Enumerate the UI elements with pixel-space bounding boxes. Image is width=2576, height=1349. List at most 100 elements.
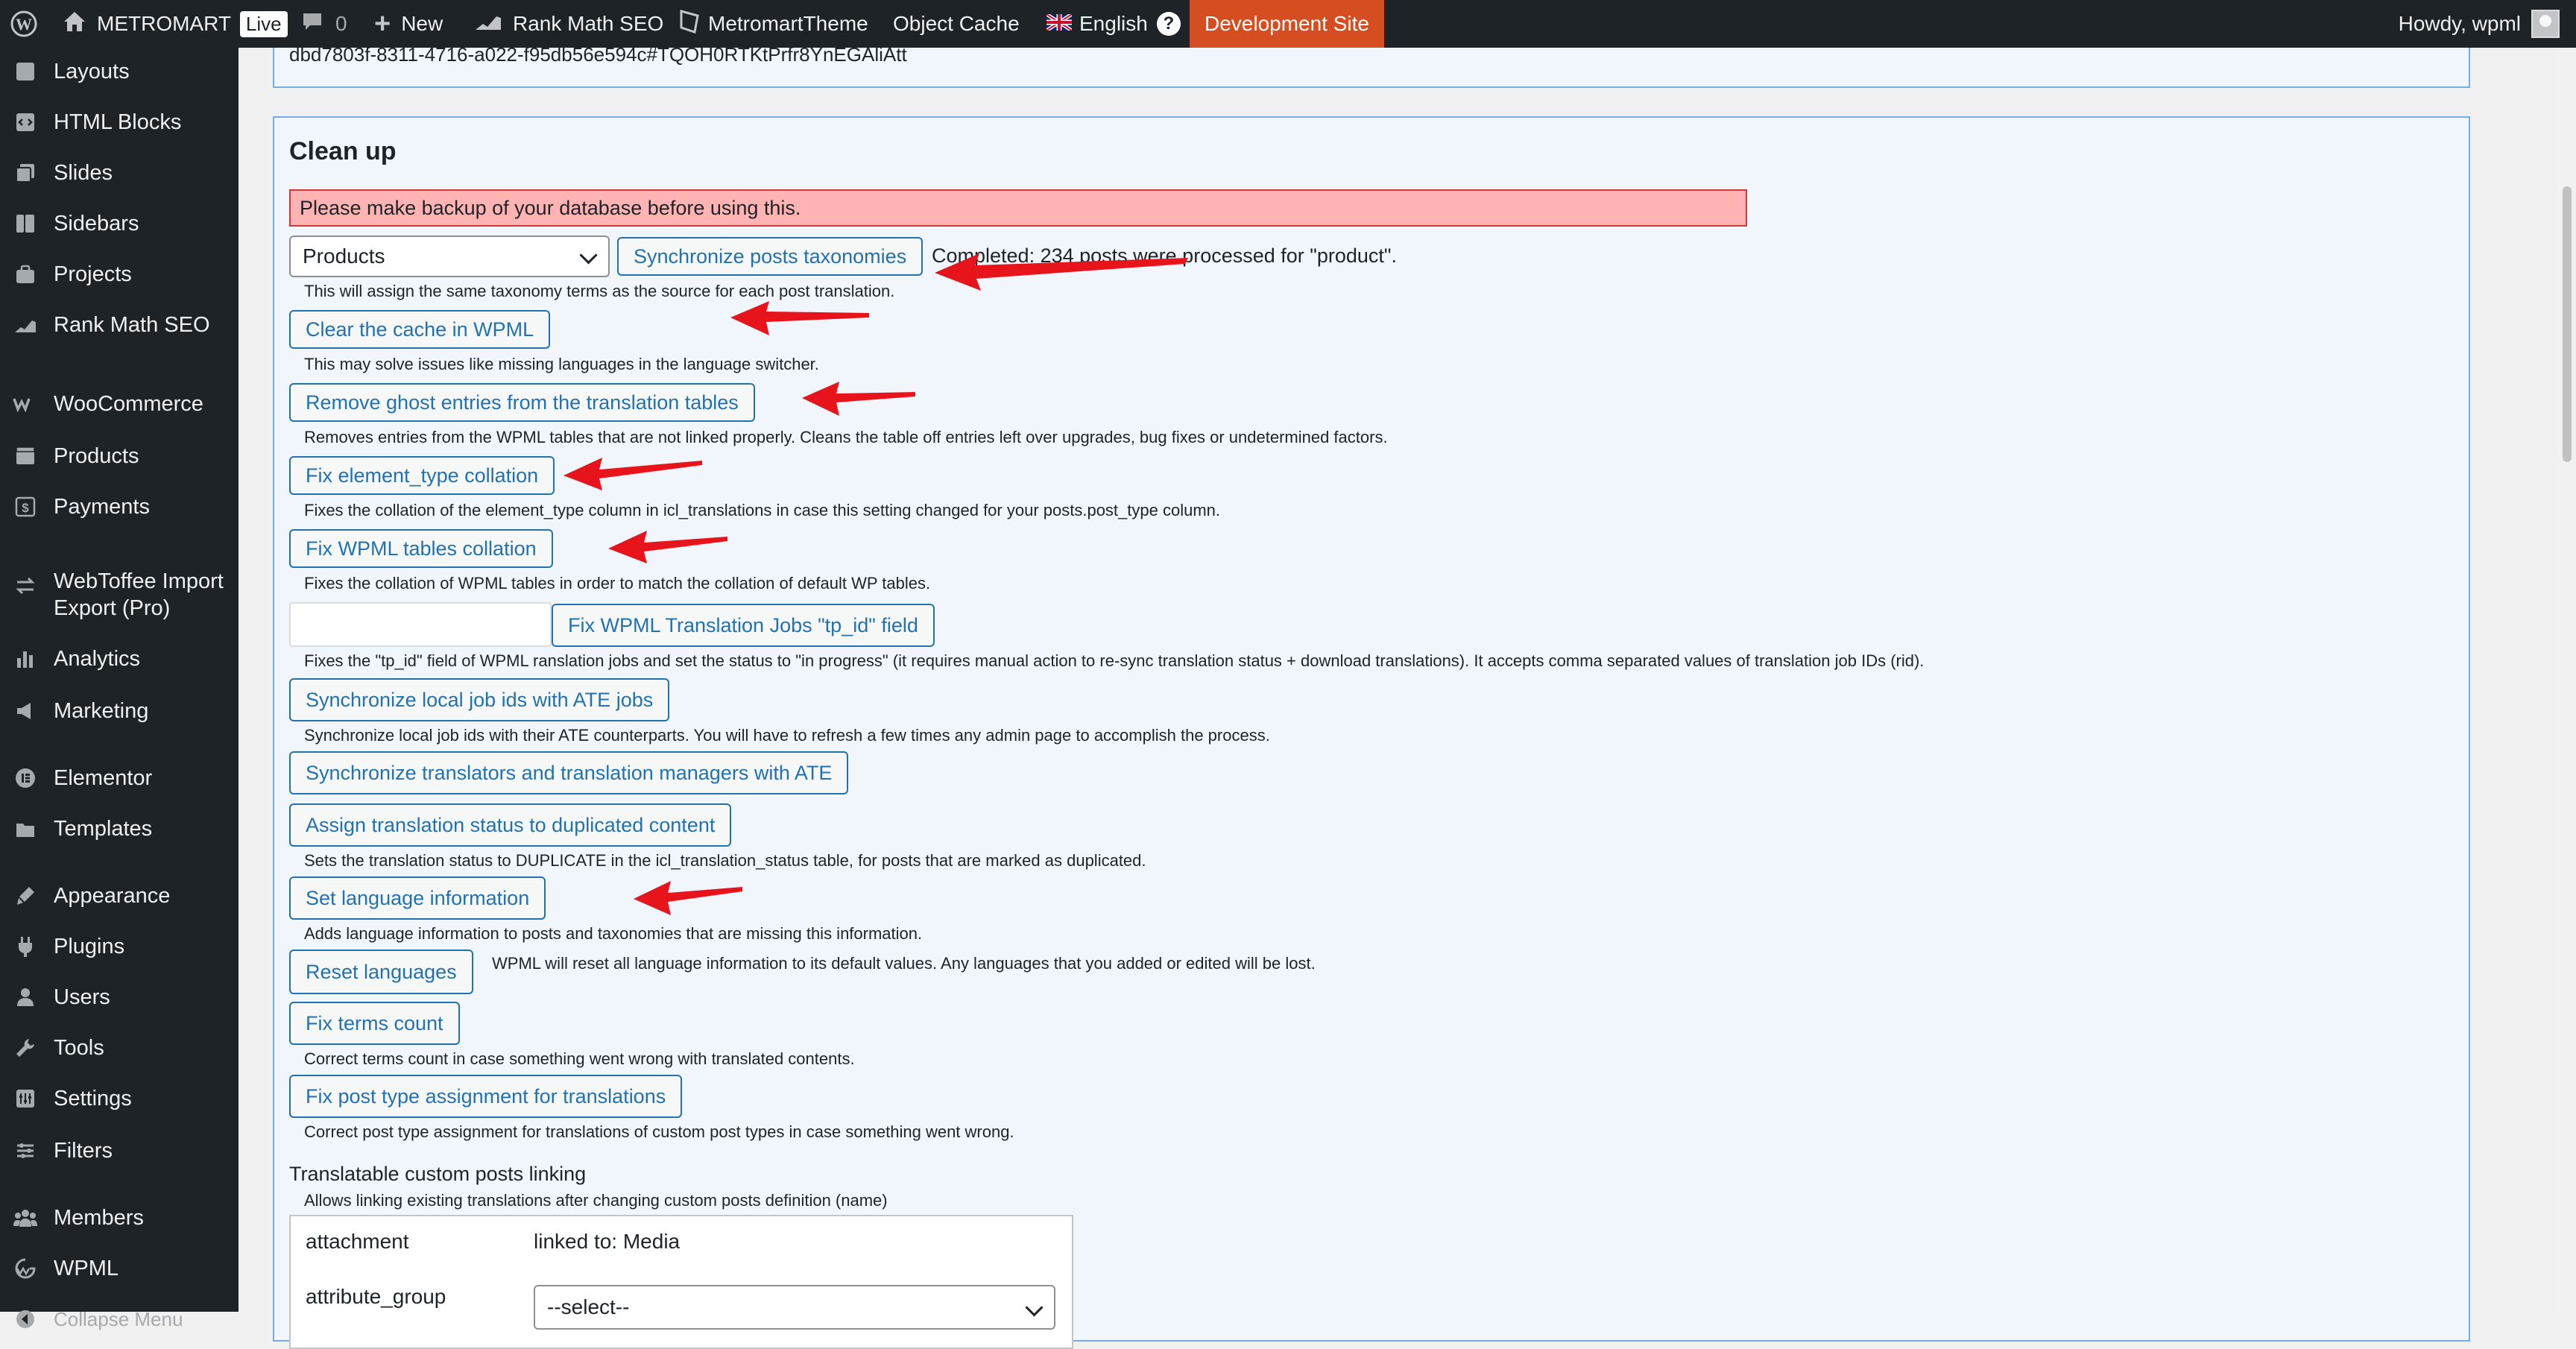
post-type-select[interactable]: Products [289, 236, 610, 277]
theme-label: MetromartTheme [708, 12, 868, 35]
sidebar-item-products[interactable]: Products [0, 434, 239, 478]
sidebar-item-marketing[interactable]: Marketing [0, 689, 239, 733]
sidebar-item-label: Users [54, 985, 110, 1009]
annotation-arrow [564, 458, 702, 490]
sidebar-item-label: WPML [54, 1256, 119, 1280]
sidebar-item-users[interactable]: Users [0, 975, 239, 1020]
link-post-type-select[interactable]: --select-- [534, 1285, 1055, 1330]
sidebar-item-sidebars[interactable]: Sidebars [0, 201, 239, 246]
users-icon [12, 984, 39, 1011]
rank-math-link[interactable]: Rank Math SEO [474, 0, 663, 48]
cleanup-panel: Clean up Please make backup of your data… [273, 116, 2470, 1349]
sidebar-item-appearance[interactable]: Appearance [0, 873, 239, 918]
fix-element-type-collation-button[interactable]: Fix element_type collation [289, 456, 555, 495]
home-icon [63, 10, 86, 38]
sidebar-item-webtoffee[interactable]: WebToffee Import Export (Pro) [0, 562, 239, 626]
sidebar-item-rank-math-seo[interactable]: Rank Math SEO [0, 303, 239, 347]
remove-ghost-entries-button[interactable]: Remove ghost entries from the translatio… [289, 383, 755, 422]
sidebar-item-settings[interactable]: Settings [0, 1076, 239, 1121]
scrollbar-thumb[interactable] [2563, 186, 2572, 462]
annotation-arrow [730, 301, 869, 335]
link-post-type-select-value: --select-- [547, 1295, 630, 1318]
fix-terms-count-button[interactable]: Fix terms count [289, 1002, 460, 1045]
dev-site-label: Development Site [1205, 12, 1370, 35]
sidebar-item-layouts[interactable]: Layouts [0, 49, 239, 94]
translatable-posts-heading: Translatable custom posts linking [289, 1163, 587, 1185]
clear-cache-desc: This may solve issues like missing langu… [304, 355, 819, 373]
collapse-menu-button[interactable]: Collapse Menu [0, 1297, 239, 1342]
language-switcher[interactable]: English ? [1045, 0, 1181, 48]
tp-id-input[interactable] [289, 602, 552, 647]
rank-math-label: Rank Math SEO [513, 12, 664, 35]
sidebar-item-label: Analytics [54, 646, 141, 671]
sidebar-item-analytics[interactable]: Analytics [0, 636, 239, 681]
collapse-icon [12, 1306, 39, 1333]
tp-id-desc: Fixes the "tp_id" field of WPML ranslati… [304, 651, 1925, 670]
element-type-desc: Fixes the collation of the element_type … [304, 501, 1221, 519]
clear-cache-button[interactable]: Clear the cache in WPML [289, 310, 551, 349]
sidebar-item-members[interactable]: Members [0, 1195, 239, 1240]
live-badge: Live [239, 10, 288, 37]
ghost-entries-desc: Removes entries from the WPML tables tha… [304, 428, 1388, 446]
assign-duplicated-status-button[interactable]: Assign translation status to duplicated … [289, 803, 732, 847]
sidebar-item-plugins[interactable]: Plugins [0, 924, 239, 969]
site-name-link[interactable]: METROMART Live [63, 0, 288, 48]
theme-link[interactable]: MetromartTheme [678, 0, 868, 48]
sidebar-item-label: Sidebars [54, 211, 139, 236]
fix-post-type-assignment-button[interactable]: Fix post type assignment for translation… [289, 1075, 683, 1118]
sidebar-item-projects[interactable]: Projects [0, 252, 239, 297]
page-scrollbar[interactable] [2558, 48, 2576, 1312]
tables-collation-desc: Fixes the collation of WPML tables in or… [304, 574, 931, 593]
backup-warning-banner: Please make backup of your database befo… [289, 189, 1747, 227]
post-type-name: attachment [306, 1230, 409, 1253]
new-label: New [401, 12, 443, 35]
annotation-arrow [802, 382, 915, 416]
chevron-down-icon [1025, 1298, 1044, 1317]
plugins-icon [12, 933, 39, 960]
plus-icon: + [374, 7, 391, 40]
post-type-assignment-desc: Correct post type assignment for transla… [304, 1122, 1014, 1141]
post-type-link-status: linked to: Media [534, 1230, 681, 1253]
sidebar-item-tools[interactable]: Tools [0, 1026, 239, 1070]
sidebar-item-label: Rank Math SEO [54, 312, 210, 337]
sidebar-item-html-blocks[interactable]: HTML Blocks [0, 100, 239, 145]
help-icon[interactable]: ? [1156, 12, 1181, 36]
sync-job-ids-button[interactable]: Synchronize local job ids with ATE jobs [289, 678, 670, 721]
sidebar-item-templates[interactable]: Templates [0, 806, 239, 851]
sync-translators-button[interactable]: Synchronize translators and translation … [289, 751, 849, 794]
fix-tp-id-button[interactable]: Fix WPML Translation Jobs "tp_id" field [552, 604, 935, 647]
new-content-link[interactable]: + New [374, 0, 443, 48]
comments-count: 0 [335, 12, 347, 35]
products-icon [12, 443, 39, 470]
sidebar-item-filters[interactable]: Filters [0, 1128, 239, 1173]
comments-link[interactable]: 0 [301, 0, 347, 48]
sidebar-item-slides[interactable]: Slides [0, 151, 239, 195]
sidebar-item-woocommerce[interactable]: WooCommerce [0, 382, 239, 426]
sidebar-item-wpml[interactable]: WPML [0, 1246, 239, 1291]
language-label: English [1079, 12, 1148, 35]
sidebar-item-payments[interactable]: $ Payments [0, 484, 239, 529]
sidebars-icon [12, 210, 39, 237]
set-language-information-button[interactable]: Set language information [289, 876, 546, 920]
sync-taxonomies-button[interactable]: Synchronize posts taxonomies [617, 237, 924, 276]
sidebar-item-elementor[interactable]: Elementor [0, 756, 239, 800]
translatable-posts-table: attachment linked to: Media attribute_gr… [289, 1215, 1073, 1349]
collapse-menu-label: Collapse Menu [54, 1307, 183, 1330]
post-type-name: attribute_group [306, 1285, 446, 1308]
wordpress-logo-icon[interactable]: W [10, 0, 37, 48]
admin-bar: W METROMART Live 0 + New Rank Math SEO M… [0, 0, 2576, 48]
reset-languages-button[interactable]: Reset languages [289, 950, 473, 994]
filters-icon [12, 1137, 39, 1164]
sidebar-item-label: Marketing [54, 698, 149, 723]
development-site-badge[interactable]: Development Site [1190, 0, 1385, 48]
my-account-link[interactable]: Howdy, wpml [2399, 0, 2560, 48]
sidebar-item-label: Slides [54, 160, 113, 185]
sidebar-item-label: Filters [54, 1138, 113, 1163]
sidebar-item-label: Elementor [54, 765, 153, 790]
sidebar-item-label: Payments [54, 494, 150, 519]
object-cache-link[interactable]: Object Cache [893, 0, 1020, 48]
members-icon [12, 1204, 39, 1231]
fix-tables-collation-button[interactable]: Fix WPML tables collation [289, 529, 553, 568]
howdy-label: Howdy, wpml [2398, 12, 2521, 35]
reset-languages-desc: WPML will reset all language information… [492, 954, 1316, 973]
